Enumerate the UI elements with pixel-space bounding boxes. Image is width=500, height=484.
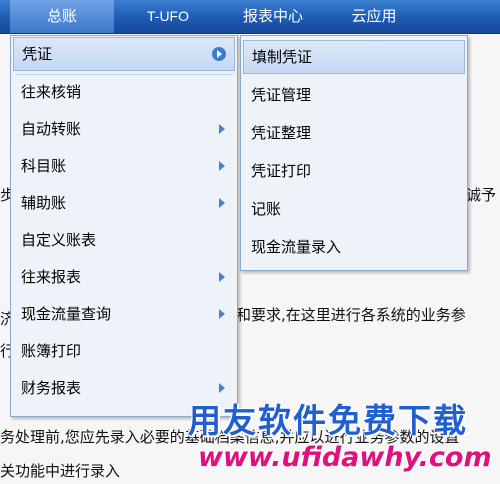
menu-item-ledger-print[interactable]: 账簿打印: [13, 334, 235, 368]
submenu-arrow-icon: [219, 309, 225, 319]
menu-report-center[interactable]: 报表中心: [218, 0, 328, 33]
submenu-arrow-icon: [219, 272, 225, 282]
menu-item-reconciliation[interactable]: 往来核销: [13, 75, 235, 109]
submenu-arrow-icon: [212, 47, 226, 61]
background-text: 诚予: [466, 186, 497, 204]
submenu-item-cashflow-entry[interactable]: 现金流量录入: [243, 230, 465, 264]
menu-item-label: 记账: [251, 200, 282, 218]
menu-zongzhang[interactable]: 总账: [10, 0, 114, 33]
menu-item-label: 现金流量查询: [21, 305, 112, 323]
voucher-submenu: 填制凭证 凭证管理 凭证整理 凭证打印 记账 现金流量录入: [240, 35, 468, 271]
watermark-url: www.ufidawhy.com: [198, 442, 492, 473]
submenu-item-voucher-arrange[interactable]: 凭证整理: [243, 116, 465, 150]
menu-item-custom-report[interactable]: 自定义账表: [13, 223, 235, 257]
menu-item-label: 往来报表: [21, 268, 82, 286]
menu-item-label: 凭证管理: [251, 86, 312, 104]
menu-item-label: 填制凭证: [252, 48, 313, 66]
menu-item-label: 财务报表: [21, 379, 82, 397]
background-text: 关功能中进行录入: [0, 462, 121, 480]
submenu-arrow-icon: [219, 198, 225, 208]
menu-item-auxiliary-ledger[interactable]: 辅助账: [13, 186, 235, 220]
menu-item-label: 凭证打印: [251, 162, 312, 180]
menu-item-subject-ledger[interactable]: 科目账: [13, 149, 235, 183]
menu-item-label: 现金流量录入: [251, 238, 342, 256]
submenu-item-voucher-management[interactable]: 凭证管理: [243, 78, 465, 112]
submenu-item-voucher-print[interactable]: 凭证打印: [243, 154, 465, 188]
menu-t-ufo[interactable]: T-UFO: [118, 0, 218, 33]
submenu-arrow-icon: [219, 124, 225, 134]
background-text: 和要求,在这里进行各系统的业务参: [236, 306, 466, 324]
menu-item-label: 自动转账: [21, 120, 82, 138]
submenu-item-fill-voucher[interactable]: 填制凭证: [243, 40, 465, 74]
menu-item-cashflow-query[interactable]: 现金流量查询: [13, 297, 235, 331]
menu-item-voucher[interactable]: 凭证: [13, 37, 235, 71]
general-ledger-dropdown: 凭证 往来核销 自动转账 科目账 辅助账 自定义账表 往来报表 现金流量查询 账…: [10, 35, 238, 417]
menu-item-label: 往来核销: [21, 83, 82, 101]
menu-bar: 总账 T-UFO 报表中心 云应用: [0, 0, 500, 34]
watermark-chinese: 用友软件免费下载: [188, 401, 468, 440]
submenu-arrow-icon: [219, 161, 225, 171]
menu-item-ar-ap-report[interactable]: 往来报表: [13, 260, 235, 294]
menu-item-label: 辅助账: [21, 194, 67, 212]
submenu-arrow-icon: [219, 383, 225, 393]
menu-item-label: 凭证: [22, 45, 53, 63]
menu-cloud-apps[interactable]: 云应用: [328, 0, 420, 33]
menu-item-label: 账簿打印: [21, 342, 82, 360]
menu-item-auto-transfer[interactable]: 自动转账: [13, 112, 235, 146]
menu-item-label: 凭证整理: [251, 124, 312, 142]
menu-item-label: 自定义账表: [21, 231, 97, 249]
menu-item-label: 科目账: [21, 157, 67, 175]
submenu-item-posting[interactable]: 记账: [243, 192, 465, 226]
